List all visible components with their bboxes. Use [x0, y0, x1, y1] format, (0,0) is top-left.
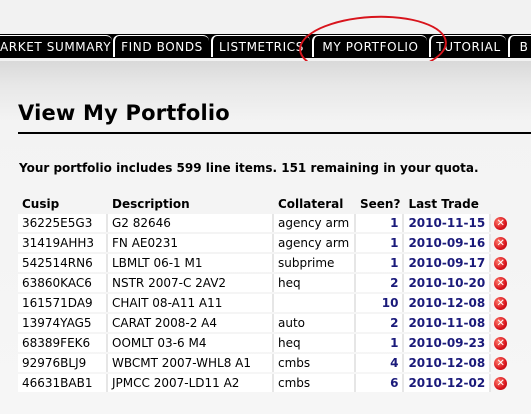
- cell-collateral: [274, 294, 356, 312]
- cell-description: NSTR 2007-C 2AV2: [108, 274, 274, 292]
- cell-seen: 4: [356, 354, 404, 372]
- header-delete: [491, 196, 515, 212]
- cell-description: LBMLT 06-1 M1: [108, 254, 274, 272]
- cell-cusip: 92976BLJ9: [18, 354, 108, 372]
- tab-tutorial[interactable]: TUTORIAL: [429, 35, 506, 57]
- header-collateral: Collateral: [274, 196, 356, 212]
- cell-last-trade[interactable]: 2010-09-16: [404, 234, 491, 252]
- cell-last-trade[interactable]: 2010-12-08: [404, 354, 491, 372]
- cell-description: WBCMT 2007-WHL8 A1: [108, 354, 274, 372]
- cell-seen: 10: [356, 294, 404, 312]
- delete-icon[interactable]: ✕: [494, 277, 507, 290]
- cell-last-trade[interactable]: 2010-11-15: [404, 214, 491, 232]
- delete-icon[interactable]: ✕: [494, 237, 507, 250]
- cell-collateral: heq: [274, 274, 356, 292]
- cell-description: OOMLT 03-6 M4: [108, 334, 274, 352]
- cell-delete: ✕: [491, 254, 515, 272]
- cell-last-trade[interactable]: 2010-11-08: [404, 314, 491, 332]
- tab-find-bonds[interactable]: FIND BONDS: [113, 35, 209, 57]
- cell-seen: 2: [356, 274, 404, 292]
- table-row: 31419AHH3FN AE0231agency arm12010-09-16✕: [18, 234, 515, 252]
- table-row: 542514RN6LBMLT 06-1 M1subprime12010-09-1…: [18, 254, 515, 272]
- cell-seen: 2: [356, 314, 404, 332]
- cell-seen: 6: [356, 374, 404, 392]
- table-row: 13974YAG5CARAT 2008-2 A4auto22010-11-08✕: [18, 314, 515, 332]
- cell-seen: 1: [356, 254, 404, 272]
- cell-cusip: 161571DA9: [18, 294, 108, 312]
- cell-description: FN AE0231: [108, 234, 274, 252]
- main-content: View My Portfolio Your portfolio include…: [0, 61, 531, 414]
- cell-delete: ✕: [491, 294, 515, 312]
- cell-delete: ✕: [491, 234, 515, 252]
- cell-collateral: agency arm: [274, 214, 356, 232]
- cell-delete: ✕: [491, 274, 515, 292]
- cell-delete: ✕: [491, 334, 515, 352]
- cell-last-trade[interactable]: 2010-10-20: [404, 274, 491, 292]
- cell-cusip: 36225E5G3: [18, 214, 108, 232]
- cell-delete: ✕: [491, 314, 515, 332]
- quota-text: Your portfolio includes 599 line items. …: [19, 161, 479, 175]
- header-seen: Seen?: [356, 196, 404, 212]
- table-row: 161571DA9CHAIT 08-A11 A11 102010-12-08✕: [18, 294, 515, 312]
- top-nav: ARKET SUMMARY FIND BONDS LISTMETRICS MY …: [0, 0, 531, 61]
- cell-collateral: auto: [274, 314, 356, 332]
- cell-cusip: 68389FEK6: [18, 334, 108, 352]
- cell-last-trade[interactable]: 2010-12-08: [404, 294, 491, 312]
- header-cusip: Cusip: [18, 196, 108, 212]
- table-row: 36225E5G3G2 82646agency arm12010-11-15✕: [18, 214, 515, 232]
- cell-collateral: agency arm: [274, 234, 356, 252]
- tab-partial[interactable]: B: [508, 35, 531, 57]
- delete-icon[interactable]: ✕: [494, 317, 507, 330]
- cell-cusip: 46631BAB1: [18, 374, 108, 392]
- cell-cusip: 31419AHH3: [18, 234, 108, 252]
- header-description: Description: [108, 196, 274, 212]
- cell-delete: ✕: [491, 374, 515, 392]
- cell-delete: ✕: [491, 214, 515, 232]
- table-header-row: Cusip Description Collateral Seen? Last …: [18, 196, 515, 212]
- delete-icon[interactable]: ✕: [494, 217, 507, 230]
- table-row: 46631BAB1JPMCC 2007-LD11 A2cmbs62010-12-…: [18, 374, 515, 392]
- table-row: 68389FEK6OOMLT 03-6 M4heq12010-09-23✕: [18, 334, 515, 352]
- cell-description: CARAT 2008-2 A4: [108, 314, 274, 332]
- tab-listmetrics[interactable]: LISTMETRICS: [211, 35, 310, 57]
- cell-last-trade[interactable]: 2010-09-23: [404, 334, 491, 352]
- cell-collateral: cmbs: [274, 354, 356, 372]
- portfolio-table: Cusip Description Collateral Seen? Last …: [18, 194, 515, 394]
- delete-icon[interactable]: ✕: [494, 337, 507, 350]
- cell-description: CHAIT 08-A11 A11: [108, 294, 274, 312]
- delete-icon[interactable]: ✕: [494, 377, 507, 390]
- cell-seen: 1: [356, 234, 404, 252]
- header-last-trade: Last Trade: [404, 196, 491, 212]
- cell-seen: 1: [356, 214, 404, 232]
- title-divider: [18, 132, 531, 134]
- delete-icon[interactable]: ✕: [494, 257, 507, 270]
- delete-icon[interactable]: ✕: [494, 297, 507, 310]
- delete-icon[interactable]: ✕: [494, 357, 507, 370]
- cell-last-trade[interactable]: 2010-12-02: [404, 374, 491, 392]
- cell-cusip: 13974YAG5: [18, 314, 108, 332]
- cell-collateral: subprime: [274, 254, 356, 272]
- cell-delete: ✕: [491, 354, 515, 372]
- page-title: View My Portfolio: [18, 101, 230, 125]
- tab-my-portfolio[interactable]: MY PORTFOLIO: [312, 35, 427, 57]
- cell-seen: 1: [356, 334, 404, 352]
- cell-cusip: 63860KAC6: [18, 274, 108, 292]
- table-row: 92976BLJ9WBCMT 2007-WHL8 A1cmbs42010-12-…: [18, 354, 515, 372]
- tab-market-summary[interactable]: ARKET SUMMARY: [0, 35, 112, 57]
- cell-cusip: 542514RN6: [18, 254, 108, 272]
- cell-description: JPMCC 2007-LD11 A2: [108, 374, 274, 392]
- cell-last-trade[interactable]: 2010-09-17: [404, 254, 491, 272]
- cell-description: G2 82646: [108, 214, 274, 232]
- table-row: 63860KAC6NSTR 2007-C 2AV2heq22010-10-20✕: [18, 274, 515, 292]
- cell-collateral: heq: [274, 334, 356, 352]
- cell-collateral: cmbs: [274, 374, 356, 392]
